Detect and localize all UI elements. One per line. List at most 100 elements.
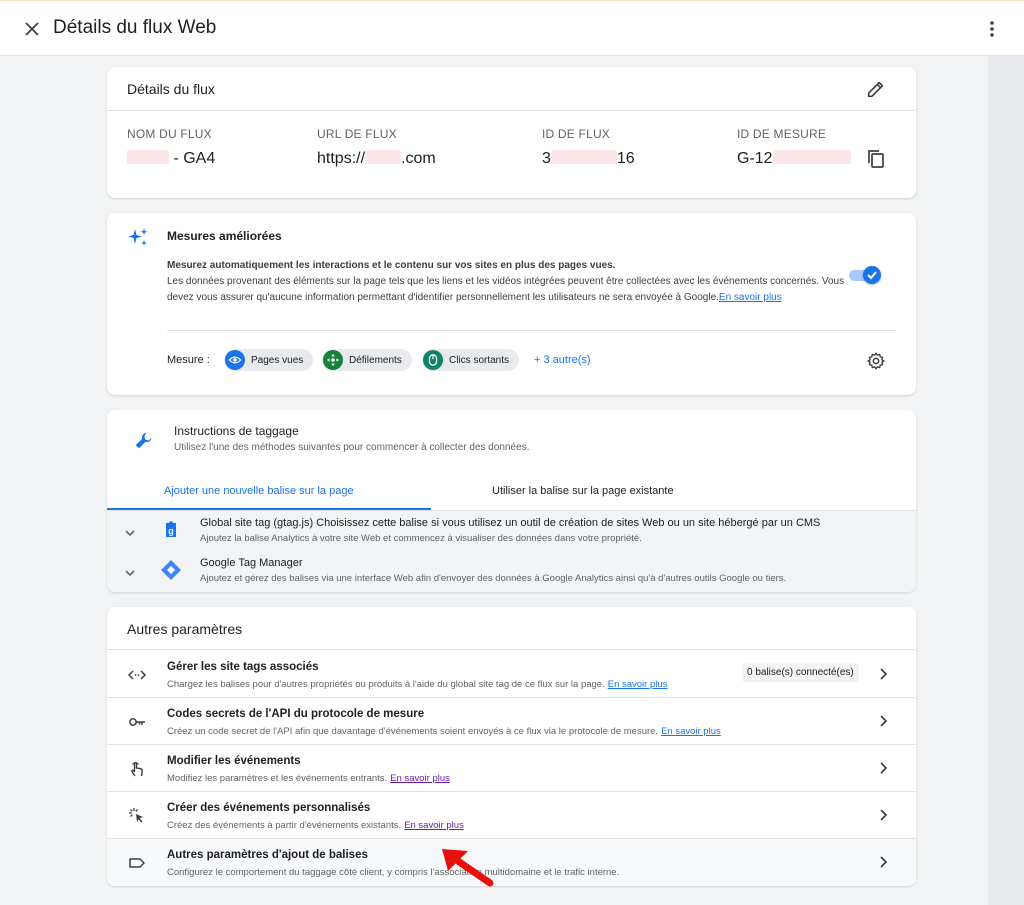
divider (167, 330, 896, 331)
touch-icon (131, 761, 143, 777)
tagging-options: g Global site tag (gtag.js) Choisissez c… (107, 511, 916, 592)
copy-icon[interactable] (865, 148, 887, 170)
learn-more-link[interactable]: En savoir plus (404, 820, 464, 831)
label-icon (129, 858, 145, 868)
setting-api-secrets[interactable]: Codes secrets de l'API du protocole de m… (107, 698, 916, 745)
field-value: 3 16 (542, 150, 635, 167)
sparkle-icon (128, 228, 148, 246)
measurement-id-field: ID DE MESURE G-12 (737, 127, 851, 168)
chevron-right-icon[interactable] (875, 807, 891, 823)
annotation-arrow-icon (442, 849, 494, 887)
setting-title: Créer des événements personnalisés (167, 802, 371, 814)
click-sparkle-icon (129, 808, 143, 823)
scroll-icon (323, 350, 343, 370)
setting-title: Autres paramètres d'ajout de balises (167, 849, 368, 861)
other-settings-card: Autres paramètres Gérer les site tags as… (107, 607, 916, 886)
wrench-icon (135, 432, 152, 449)
setting-description: Chargez les balises pour d'autres propri… (167, 679, 668, 690)
chip-label: Défilements (349, 354, 402, 366)
setting-title: Modifier les événements (167, 755, 301, 767)
learn-more-link[interactable]: En savoir plus (390, 773, 450, 784)
top-bar: Détails du flux Web (0, 0, 1024, 56)
setting-description: Modifiez les paramètres et les événement… (167, 773, 450, 784)
chip-outbound-clicks[interactable]: Clics sortants (422, 349, 520, 371)
field-label: NOM DU FLUX (127, 127, 212, 141)
description-line: Les données provenant des éléments sur l… (167, 276, 845, 303)
field-label: ID DE MESURE (737, 127, 827, 141)
chip-label: Clics sortants (449, 354, 510, 366)
mouse-icon (423, 350, 443, 370)
check-icon (867, 271, 877, 280)
scroll-gutter (988, 56, 1024, 905)
enhanced-description: Mesurez automatiquement les interactions… (167, 258, 857, 306)
gtag-option[interactable]: g Global site tag (gtag.js) Choisissez c… (107, 511, 916, 551)
setting-title: Codes secrets de l'API du protocole de m… (167, 708, 425, 720)
setting-tagging-settings[interactable]: Autres paramètres d'ajout de balises Con… (107, 839, 916, 886)
edit-icon[interactable] (865, 78, 887, 100)
field-label: URL DE FLUX (317, 127, 397, 141)
tagging-title: Instructions de taggage (174, 424, 299, 438)
card-title: Autres paramètres (127, 621, 243, 637)
svg-text:g: g (168, 526, 174, 536)
setting-description: Créez des événements à partir d'événemen… (167, 820, 464, 831)
chip-page-views[interactable]: Pages vues (224, 349, 314, 371)
setting-title: Gérer les site tags associés (167, 661, 319, 673)
stream-id-field: ID DE FLUX 3 16 (542, 127, 635, 168)
setting-connected-site-tags[interactable]: Gérer les site tags associés Chargez les… (107, 651, 916, 698)
redacted-area (550, 150, 617, 164)
card-header: Autres paramètres (107, 607, 916, 650)
field-value: - GA4 (127, 150, 215, 168)
stream-details-card: Détails du flux NOM DU FLUX - GA4 URL DE… (107, 67, 916, 198)
chevron-right-icon[interactable] (875, 760, 891, 776)
active-tab-indicator (107, 508, 431, 510)
field-label: ID DE FLUX (542, 127, 611, 141)
stream-name-field: NOM DU FLUX - GA4 (127, 127, 215, 168)
setting-modify-events[interactable]: Modifier les événements Modifiez les par… (107, 745, 916, 792)
stream-url-field: URL DE FLUX https://.com (317, 127, 436, 168)
chevron-down-icon[interactable] (123, 566, 137, 580)
tagging-instructions-card: Instructions de taggage Utilisez l'une d… (107, 410, 916, 592)
gear-icon[interactable] (866, 351, 886, 371)
card-title: Détails du flux (127, 81, 215, 97)
enhanced-toggle[interactable] (849, 265, 881, 285)
setting-description: Créez un code secret de l'API afin que d… (167, 726, 721, 737)
setting-create-custom-events[interactable]: Créer des événements personnalisés Créez… (107, 792, 916, 839)
measure-label: Mesure : (167, 354, 210, 366)
enhanced-measurement-card: Mesures améliorées Mesurez automatiqueme… (107, 213, 916, 395)
chip-scrolls[interactable]: Défilements (322, 349, 412, 371)
chip-label: Pages vues (251, 354, 304, 366)
close-icon[interactable] (22, 19, 42, 39)
gtm-option[interactable]: Google Tag Manager Ajoutez et gérez des … (107, 551, 916, 591)
toggle-knob (863, 266, 881, 284)
field-value: G-12 (737, 150, 851, 168)
chevron-right-icon[interactable] (875, 854, 891, 870)
more-measures-link[interactable]: + 3 autre(s) (534, 354, 591, 366)
description-line: Mesurez automatiquement les interactions… (167, 260, 616, 271)
option-description: Ajoutez et gérez des balises via une int… (200, 573, 787, 584)
learn-more-link[interactable]: En savoir plus (608, 679, 668, 690)
eye-icon (225, 350, 245, 370)
tag-manager-icon (161, 560, 181, 580)
card-header: Détails du flux (107, 67, 916, 111)
tagging-subtitle: Utilisez l'une des méthodes suivantes po… (174, 442, 530, 453)
option-description: Ajoutez la balise Analytics à votre site… (200, 533, 642, 544)
option-title: Global site tag (gtag.js) Choisissez cet… (200, 517, 821, 529)
setting-description: Configurez le comportement du taggage cô… (167, 867, 620, 878)
key-icon (129, 718, 145, 726)
tab-add-new-tag[interactable]: Ajouter une nouvelle balise sur la page (164, 485, 354, 497)
learn-more-link[interactable]: En savoir plus (661, 726, 721, 737)
field-value: https://.com (317, 150, 436, 167)
learn-more-link[interactable]: En savoir plus (719, 292, 782, 303)
redacted-area (127, 150, 169, 164)
page-title: Détails du flux Web (53, 17, 217, 38)
chevron-right-icon[interactable] (875, 713, 891, 729)
code-icon (127, 670, 147, 680)
chevron-right-icon[interactable] (875, 666, 891, 682)
option-title: Google Tag Manager (200, 557, 303, 569)
more-vert-icon[interactable] (982, 19, 1002, 39)
chevron-down-icon[interactable] (123, 526, 137, 540)
tab-use-existing-tag[interactable]: Utiliser la balise sur la page existante (492, 485, 674, 497)
redacted-area (365, 150, 402, 164)
enhanced-title: Mesures améliorées (167, 229, 282, 243)
redacted-area (772, 150, 851, 164)
